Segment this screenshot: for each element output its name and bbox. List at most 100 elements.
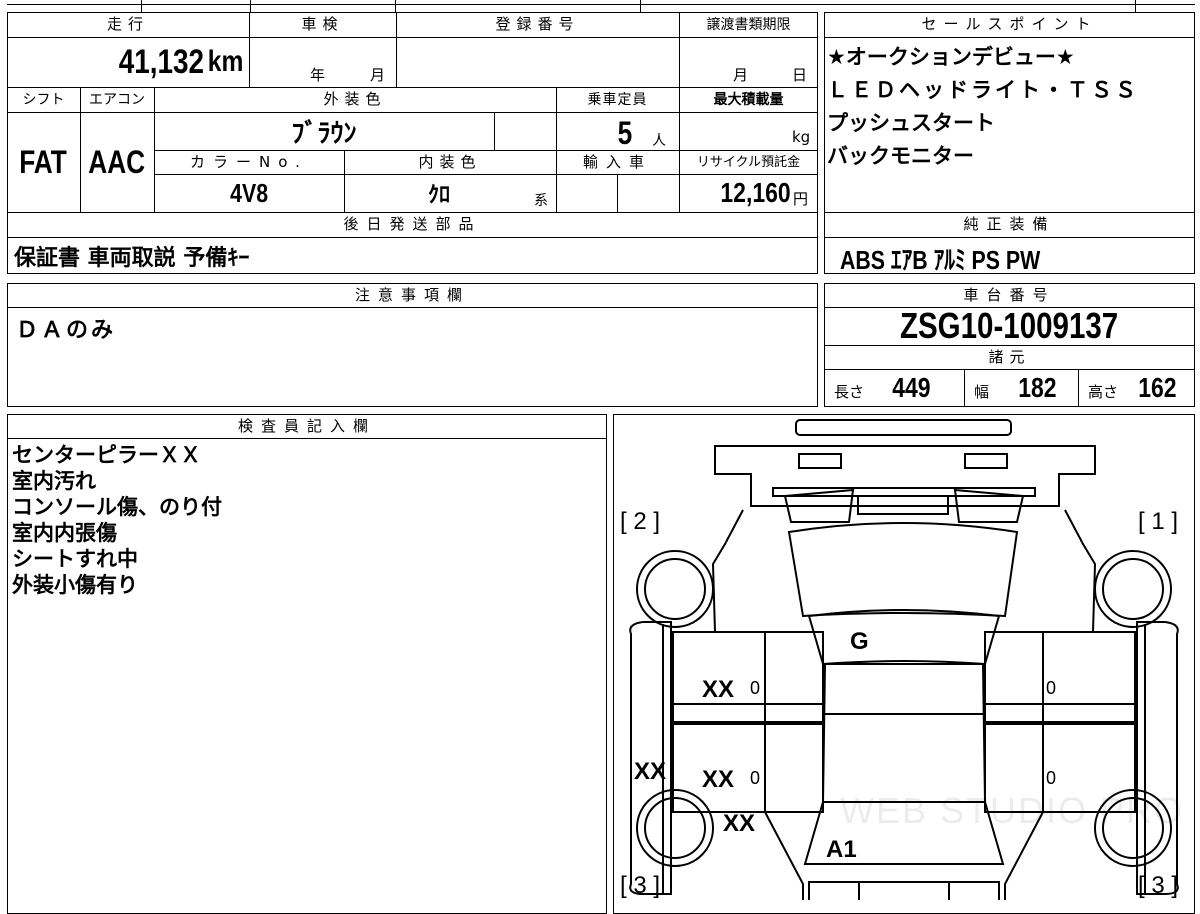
- zero-mark: 0: [1046, 678, 1057, 698]
- zero-mark: 0: [750, 678, 761, 698]
- chassis-no-value: ZSG10-1009137: [900, 305, 1119, 346]
- height-value: 162: [1138, 372, 1177, 403]
- right-body-rail: [1136, 621, 1179, 895]
- left-front-door: [672, 631, 824, 723]
- genuine-equipment-label: 純正装備: [963, 215, 1056, 233]
- roof-panel: [821, 663, 987, 803]
- divider: [7, 237, 818, 238]
- damage-mark-left-quarter: XX: [723, 810, 756, 837]
- inspector-note-item: コンソール傷、のり付: [12, 495, 222, 519]
- corner-label-3-right: [ 3 ]: [1138, 872, 1179, 899]
- exterior-color-cell: ﾌﾞﾗｳﾝ: [154, 112, 494, 150]
- inspection-month-unit: 月: [370, 66, 386, 84]
- mileage-value: 41,132 km: [7, 37, 249, 87]
- color-no-value: 4V8: [230, 177, 268, 208]
- color-no-label: カラーNo.: [190, 152, 308, 171]
- zero-mark: 0: [750, 768, 761, 788]
- right-front-door: [984, 631, 1136, 723]
- front-fender-right: [999, 509, 1097, 633]
- top-row-edge: [7, 4, 1195, 5]
- length-label: 長さ: [834, 383, 865, 401]
- front-bumper: [795, 419, 1012, 436]
- sales-point-item: プッシュスタート: [827, 111, 995, 135]
- ac-value-cell: AAC: [80, 112, 154, 212]
- transfer-day-unit: 日: [792, 66, 808, 84]
- hood-panel: [787, 522, 1019, 618]
- chassis-no-label: 車台番号: [963, 285, 1056, 304]
- caution-value: ＤＡのみ: [16, 318, 117, 343]
- import-label: 輸入車: [582, 152, 652, 171]
- max-load-unit: kg: [792, 128, 811, 146]
- sales-points-list: ★オークションデビュー★ ＬＥＤヘッドライト・ＴＳＳ プッシュスタート バックモ…: [827, 44, 1139, 176]
- height-cell: 162: [1134, 371, 1181, 404]
- left-rear-door: [672, 721, 824, 813]
- interior-color-label: 内装色: [418, 152, 482, 171]
- top-row-divider: [395, 0, 396, 12]
- interior-color-cell: ｸﾛ: [344, 174, 534, 212]
- capacity-unit: 人: [652, 133, 666, 149]
- inspection-year-unit: 年: [310, 66, 326, 84]
- corner-label-1: [ 1 ]: [1138, 508, 1179, 535]
- divider: [7, 438, 607, 439]
- wheel-front-left-inner: [644, 558, 706, 620]
- sales-point-item: ★オークションデビュー★: [827, 45, 1075, 69]
- divider: [964, 369, 965, 407]
- front-grille: [772, 487, 1036, 497]
- front-marker-left: [798, 453, 842, 469]
- top-row-divider: [141, 0, 142, 12]
- capacity-value-cell: 5: [616, 114, 634, 152]
- width-value: 182: [1018, 372, 1057, 403]
- wheel-rear-left: [636, 789, 714, 867]
- registration-label: 登録番号: [495, 15, 580, 33]
- roof-mark: A1: [826, 836, 857, 863]
- color-no-cell: 4V8: [154, 174, 344, 212]
- damage-mark-left-rear: XX: [702, 766, 735, 793]
- zero-mark: 0: [1046, 768, 1057, 788]
- inspector-note-item: 室内内張傷: [12, 521, 117, 545]
- front-marker-right: [964, 453, 1008, 469]
- divider: [824, 369, 1195, 370]
- hood-mark: G: [850, 628, 869, 655]
- divider: [494, 112, 495, 150]
- top-row-divider: [640, 0, 641, 12]
- later-parts-value: 保証書 車両取説 予備ｷｰ: [14, 246, 250, 271]
- mileage-label: 走行: [106, 15, 149, 33]
- shift-value-cell: FAT: [7, 112, 80, 212]
- sales-point-item: ＬＥＤヘッドライト・ＴＳＳ: [827, 78, 1139, 102]
- mileage-number: 41,132: [118, 42, 204, 81]
- transfer-deadline-label: 譲渡書類期限: [706, 16, 791, 33]
- exterior-color-value: ﾌﾞﾗｳﾝ: [291, 118, 357, 149]
- divider: [7, 307, 818, 308]
- damage-mark-left-rail: XX: [634, 758, 667, 785]
- recycle-unit: 円: [793, 190, 809, 208]
- top-row-divider: [1135, 0, 1136, 12]
- width-label: 幅: [974, 383, 990, 401]
- shift-value: FAT: [19, 143, 68, 180]
- wheel-front-left: [636, 550, 714, 628]
- inspection-label: 車検: [301, 15, 344, 33]
- height-label: 高さ: [1088, 383, 1119, 401]
- divider: [617, 174, 618, 212]
- specs-label: 諸元: [988, 347, 1031, 366]
- mileage-unit: km: [207, 45, 243, 78]
- inspector-note-item: 室内汚れ: [12, 469, 96, 493]
- interior-color-value: ｸﾛ: [427, 183, 450, 208]
- sales-point-item: バックモニター: [827, 144, 974, 168]
- watermark: WEB STUDIO PRO: [840, 790, 1185, 831]
- chassis-no-cell: ZSG10-1009137: [824, 305, 1195, 346]
- wheel-front-right: [1094, 550, 1172, 628]
- recycle-label: リサイクル預託金: [696, 154, 801, 170]
- capacity-value: 5: [617, 115, 633, 151]
- divider: [824, 37, 1195, 38]
- inspector-note-item: シートすれ中: [12, 547, 138, 571]
- caution-label: 注意事項欄: [354, 285, 470, 304]
- top-row-divider: [250, 0, 251, 12]
- recycle-cell: 12,160: [679, 174, 791, 212]
- sales-points-label: セールスポイント: [921, 15, 1098, 33]
- length-cell: 449: [888, 371, 935, 404]
- genuine-equipment-cell: ABS ｴｱB ｱﾙﾐ PS PW: [840, 240, 1084, 277]
- recycle-value: 12,160: [720, 177, 791, 208]
- rear-bumper: [808, 881, 1000, 900]
- max-load-label: 最大積載量: [713, 91, 784, 108]
- damage-mark-left-front: XX: [702, 676, 735, 703]
